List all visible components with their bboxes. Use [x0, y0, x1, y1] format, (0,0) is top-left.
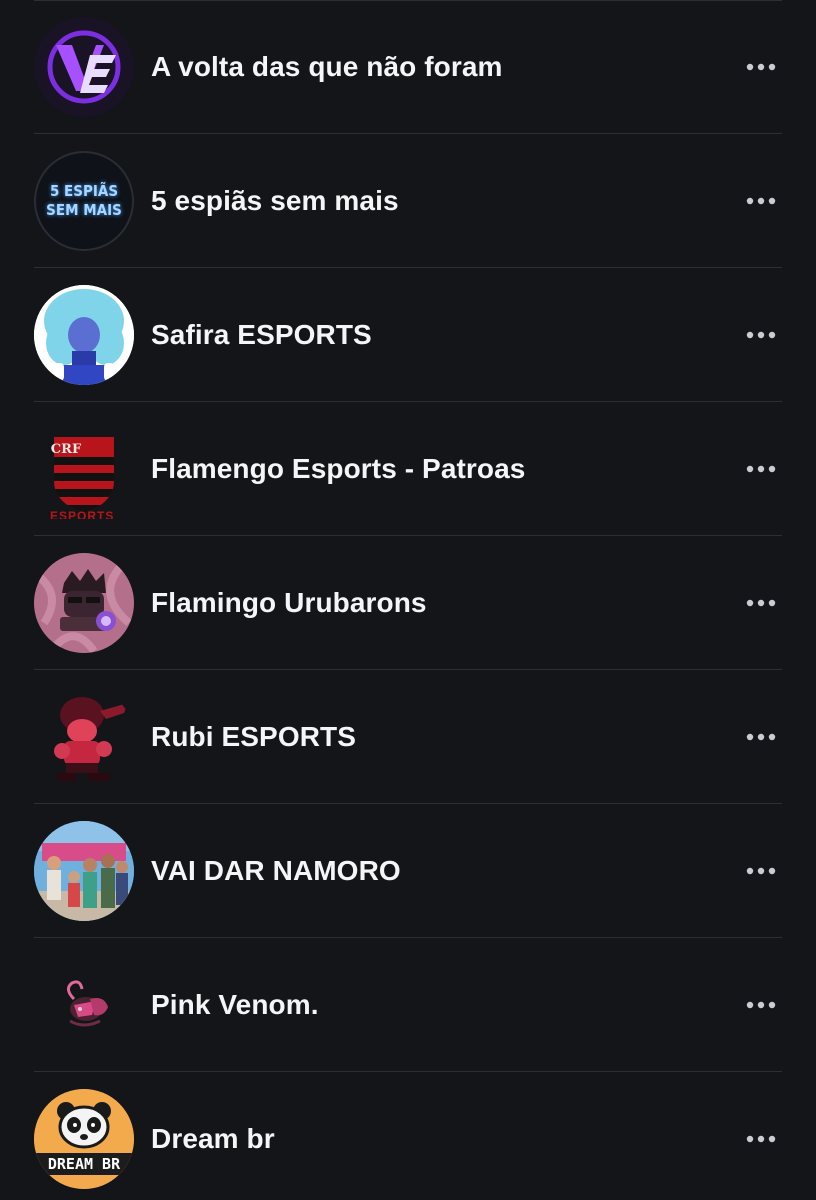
- neon-text-avatar: 5 ESPIÃS SEM MAIS: [34, 151, 134, 251]
- group-name: 5 espiãs sem mais: [151, 185, 399, 216]
- more-options-icon[interactable]: [746, 52, 776, 82]
- avatar-text: DREAM BR: [47, 1155, 121, 1173]
- group-name: Dream br: [151, 1123, 275, 1154]
- more-options-icon[interactable]: [746, 186, 776, 216]
- group-name: Rubi ESPORTS: [151, 721, 356, 752]
- more-options-icon[interactable]: [746, 1124, 776, 1154]
- list-item[interactable]: Flamingo Urubarons: [0, 536, 816, 670]
- group-name: VAI DAR NAMORO: [151, 855, 401, 886]
- list-item[interactable]: Rubi ESPORTS: [0, 670, 816, 804]
- flamengo-crest-avatar: CRF ESPORTS: [34, 419, 134, 519]
- list-item[interactable]: A volta das que não foram: [0, 0, 816, 134]
- flamingo-mascot-avatar: [34, 553, 134, 653]
- avatar-text: ESPORTS: [50, 509, 115, 519]
- more-options-icon[interactable]: [746, 454, 776, 484]
- more-options-icon[interactable]: [746, 990, 776, 1020]
- svg-text:CRF: CRF: [51, 442, 82, 457]
- red-character-avatar: [34, 687, 134, 787]
- avatar-text: 5 ESPIÃS SEM MAIS: [46, 182, 122, 219]
- more-options-icon[interactable]: [746, 320, 776, 350]
- group-name: Flamingo Urubarons: [151, 587, 427, 618]
- list-item[interactable]: DREAM BR Dream br: [0, 1072, 816, 1200]
- group-name: A volta das que não foram: [151, 51, 503, 82]
- pink-logo-avatar: [34, 955, 134, 1055]
- group-photo-avatar: [34, 821, 134, 921]
- list-item[interactable]: Safira ESPORTS: [0, 268, 816, 402]
- more-options-icon[interactable]: [746, 722, 776, 752]
- list-item[interactable]: CRF ESPORTS Flamengo Esports - Patroas: [0, 402, 816, 536]
- more-options-icon[interactable]: [746, 856, 776, 886]
- group-list: A volta das que não foram 5 ESPIÃS SEM M…: [0, 0, 816, 1200]
- ve-logo-avatar: [34, 17, 134, 117]
- blue-character-avatar: [34, 285, 134, 385]
- list-item[interactable]: 5 ESPIÃS SEM MAIS 5 espiãs sem mais: [0, 134, 816, 268]
- panda-logo-avatar: DREAM BR: [34, 1089, 134, 1189]
- group-name: Flamengo Esports - Patroas: [151, 453, 526, 484]
- group-name: Safira ESPORTS: [151, 319, 372, 350]
- group-name: Pink Venom.: [151, 989, 319, 1020]
- more-options-icon[interactable]: [746, 588, 776, 618]
- list-item[interactable]: Pink Venom.: [0, 938, 816, 1072]
- list-item[interactable]: VAI DAR NAMORO: [0, 804, 816, 938]
